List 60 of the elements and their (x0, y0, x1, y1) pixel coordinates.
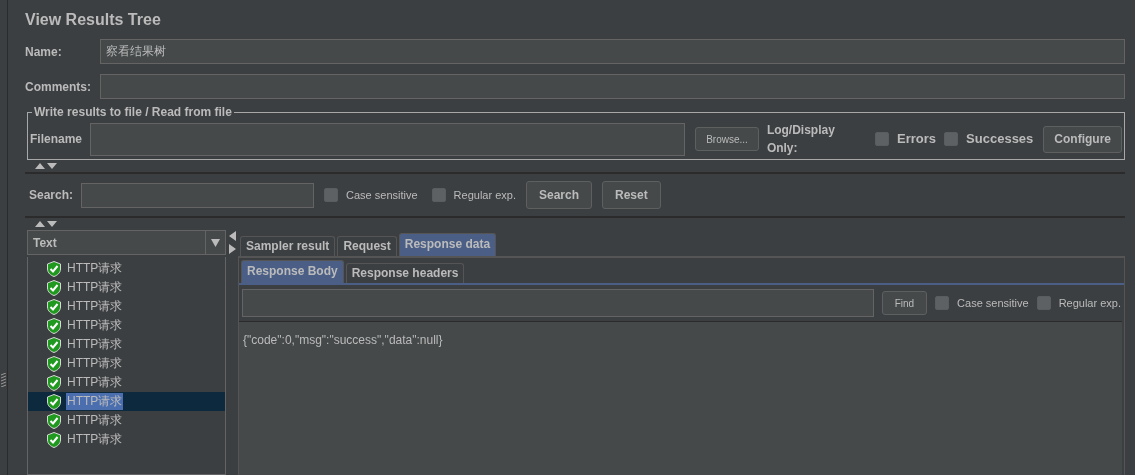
field-label: Log/Display Only: (766, 122, 836, 157)
checkbox[interactable] (944, 132, 959, 146)
checkbox-label: Regular exp. (453, 187, 516, 203)
shield-check-icon (47, 393, 61, 410)
field-label: Name: (25, 43, 63, 61)
panel-title: View Results Tree (25, 10, 162, 30)
checkbox[interactable] (875, 132, 890, 146)
shield-check-icon (47, 355, 61, 372)
group-title: Write results to file / Read from file (33, 104, 233, 121)
renderer-dropdown[interactable]: Text (27, 230, 226, 255)
checkbox-label: Regular exp. (1058, 295, 1121, 311)
field-label: Search: (29, 187, 74, 204)
response-body-text: {"code":0,"msg":"success","data":null} (243, 333, 443, 347)
splitter-arrows-icon[interactable] (228, 231, 236, 255)
search-button[interactable]: Search (525, 181, 592, 209)
checkbox-label: Case sensitive (957, 295, 1029, 311)
find-field[interactable] (242, 289, 874, 317)
browse-button[interactable]: Browse... (695, 127, 759, 151)
shield-check-icon (47, 279, 61, 296)
shield-check-icon (47, 260, 61, 277)
tree-item[interactable]: HTTP请求 (28, 316, 225, 335)
tab[interactable]: Sampler result (240, 236, 336, 256)
field-label: Comments: (25, 78, 92, 96)
shield-check-icon (47, 336, 61, 353)
checkbox-label: Successes (966, 130, 1034, 149)
tree-item[interactable]: HTTP请求 (28, 373, 225, 392)
tree-item[interactable]: HTTP请求 (28, 278, 225, 297)
tree-item[interactable]: HTTP请求 (28, 354, 225, 373)
filename-field[interactable] (90, 122, 686, 156)
checkbox[interactable] (324, 188, 339, 202)
tree-item[interactable]: HTTP请求 (28, 259, 225, 278)
shield-check-icon (47, 431, 61, 448)
checkbox[interactable] (935, 296, 950, 310)
tab[interactable]: Response data (398, 233, 497, 256)
comments-field[interactable] (100, 74, 1125, 99)
checkbox-label: Errors (897, 130, 937, 149)
dropdown-arrow-icon (211, 238, 220, 247)
tree-item[interactable]: HTTP请求 (28, 430, 225, 449)
checkbox[interactable] (431, 188, 446, 202)
tree-item[interactable]: HTTP请求 (28, 335, 225, 354)
shield-check-icon (47, 317, 61, 334)
checkbox-label: Case sensitive (346, 187, 418, 203)
configure-button[interactable]: Configure (1043, 125, 1122, 153)
tree-item[interactable]: HTTP请求 (28, 297, 225, 316)
tree-item[interactable]: HTTP请求 (28, 411, 225, 430)
checkbox[interactable] (1036, 296, 1051, 310)
tab[interactable]: Request (337, 236, 397, 256)
splitter-grip-icon[interactable] (1, 373, 6, 387)
splitter-arrows-icon[interactable] (35, 220, 59, 228)
shield-check-icon (47, 374, 61, 391)
shield-check-icon (47, 412, 61, 429)
field-label: Filename (30, 131, 83, 148)
shield-check-icon (47, 298, 61, 315)
search-field[interactable] (81, 182, 315, 208)
name-field[interactable]: 察看结果树 (100, 39, 1125, 64)
tab[interactable]: Response headers (345, 263, 465, 283)
reset-button[interactable]: Reset (602, 181, 661, 209)
tab[interactable]: Response Body (241, 260, 344, 283)
find-button[interactable]: Find (881, 291, 928, 315)
splitter-arrows-icon[interactable] (35, 162, 59, 170)
